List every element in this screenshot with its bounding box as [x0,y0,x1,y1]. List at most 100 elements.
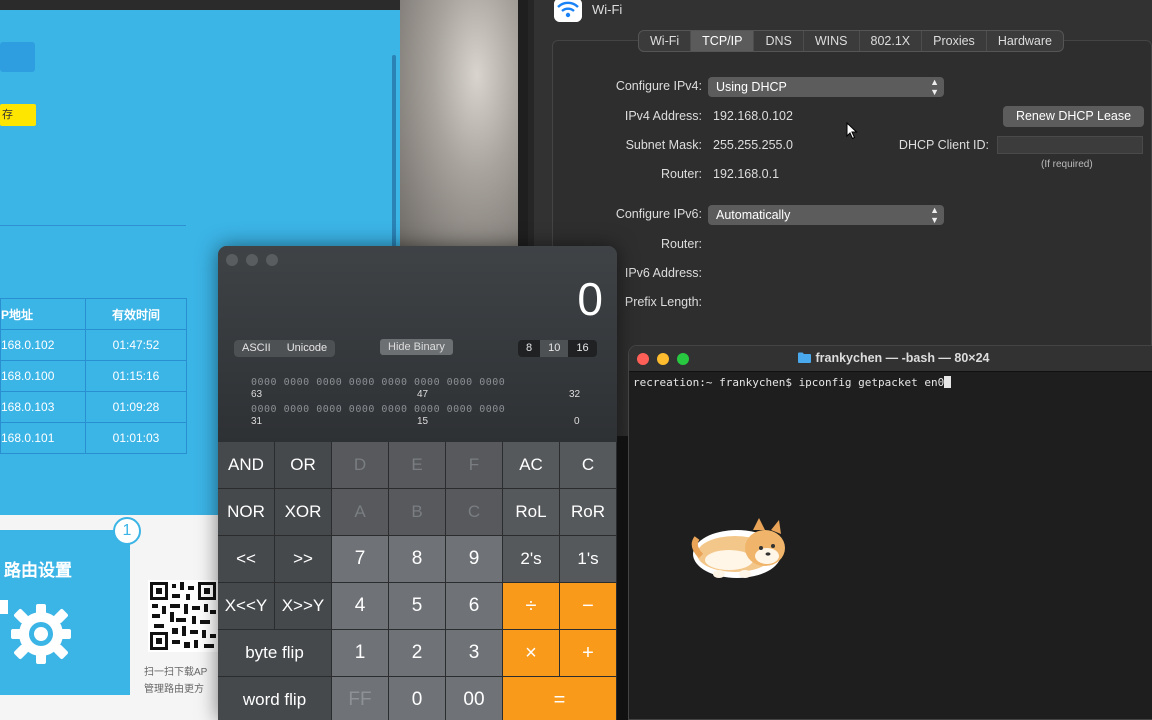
digit-8-key[interactable]: 8 [389,536,446,583]
hex-f-key[interactable]: F [446,442,503,489]
dhcp-client-id-input[interactable] [997,136,1143,154]
subtract-key[interactable]: − [560,583,617,630]
hex-e-key[interactable]: E [389,442,446,489]
bit-label: 15 [417,416,429,427]
ff-key[interactable]: FF [332,677,389,720]
rotate-left-key[interactable]: RoL [503,489,560,536]
mouse-pointer-icon [846,122,858,140]
wifi-icon [554,0,582,22]
binary-bits-row-2[interactable]: 0000 0000 0000 0000 0000 0000 0000 0000 [251,404,505,415]
all-clear-key[interactable]: AC [503,442,560,489]
hex-d-key[interactable]: D [332,442,389,489]
tab-8021x[interactable]: 802.1X [860,31,923,51]
base-16-option[interactable]: 16 [568,340,596,357]
base-10-option[interactable]: 10 [540,340,569,357]
text-cursor [944,376,952,388]
bit-label: 32 [569,389,581,400]
close-window-button[interactable] [226,254,238,266]
time-cell: 01:47:52 [85,329,187,361]
save-button[interactable]: 存 [0,104,36,126]
twos-complement-key[interactable]: 2's [503,536,560,583]
table-row: 168.0.100 01:15:16 [0,360,187,392]
digit-5-key[interactable]: 5 [389,583,446,630]
configure-ipv4-label: Configure IPv4: [615,79,702,93]
bit-label: 63 [251,389,263,400]
add-key[interactable]: + [560,630,617,677]
renew-dhcp-lease-button[interactable]: Renew DHCP Lease [1003,106,1144,127]
ones-complement-key[interactable]: 1's [560,536,617,583]
shift-left-y-key[interactable]: X<<Y [218,583,275,630]
step-badge: 1 [113,517,141,545]
chevron-updown-icon: ▲ ▼ [930,77,939,97]
digit-2-key[interactable]: 2 [389,630,446,677]
ascii-option[interactable]: ASCII [234,340,279,357]
qr-caption-line-2: 管理路由更方 [144,684,204,695]
binary-bits-row-1[interactable]: 0000 0000 0000 0000 0000 0000 0000 0000 [251,377,505,388]
browser-top-bar [0,0,400,10]
byte-flip-key[interactable]: byte flip [218,630,332,677]
digit-4-key[interactable]: 4 [332,583,389,630]
or-key[interactable]: OR [275,442,332,489]
hex-b-key[interactable]: B [389,489,446,536]
clear-key[interactable]: C [560,442,617,489]
hex-c-key[interactable]: C [446,489,503,536]
digit-3-key[interactable]: 3 [446,630,503,677]
time-cell: 01:01:03 [85,422,187,454]
shift-right-key[interactable]: >> [275,536,332,583]
configure-ipv6-select[interactable]: Automatically ▲ ▼ [708,205,944,225]
ip-cell: 168.0.102 [0,329,86,361]
xor-key[interactable]: XOR [275,489,332,536]
digit-9-key[interactable]: 9 [446,536,503,583]
divide-key[interactable]: ÷ [503,583,560,630]
equals-key[interactable]: = [503,677,617,720]
multiply-key[interactable]: × [503,630,560,677]
table-row: 168.0.101 01:01:03 [0,422,187,454]
ip-address-header: P地址 [0,298,86,330]
qr-caption-line-1: 扫一扫下载AP [144,667,208,678]
digit-6-key[interactable]: 6 [446,583,503,630]
calculator-keypad: AND OR D E F AC C NOR XOR A B C RoL RoR … [218,442,617,720]
shift-left-key[interactable]: << [218,536,275,583]
ip-cell: 168.0.103 [0,391,86,423]
shift-right-y-key[interactable]: X>>Y [275,583,332,630]
page-scrollbar[interactable] [392,55,396,255]
subnet-mask-label: Subnet Mask: [625,138,702,152]
qr-caption: 扫一扫下载AP 管理路由更方 [144,664,224,698]
tab-wifi[interactable]: Wi-Fi [639,31,692,51]
configure-ipv6-value: Automatically [716,208,791,222]
time-cell: 01:15:16 [85,360,187,392]
tab-wins[interactable]: WINS [804,31,860,51]
word-flip-key[interactable]: word flip [218,677,332,720]
terminal-title: frankychen — -bash — 80×24 [629,351,1152,365]
pointer-triangle [32,504,48,513]
base-8-option[interactable]: 8 [518,340,540,357]
ip-cell: 168.0.101 [0,422,86,454]
table-row: 168.0.102 01:47:52 [0,329,187,361]
zoom-window-button[interactable] [266,254,278,266]
tab-proxies[interactable]: Proxies [922,31,987,51]
digit-1-key[interactable]: 1 [332,630,389,677]
rotate-right-key[interactable]: RoR [560,489,617,536]
digit-7-key[interactable]: 7 [332,536,389,583]
nor-key[interactable]: NOR [218,489,275,536]
encoding-toggle: ASCII Unicode [234,340,336,357]
double-zero-key[interactable]: 00 [446,677,503,720]
digit-0-key[interactable]: 0 [389,677,446,720]
minimize-window-button[interactable] [246,254,258,266]
hide-binary-button[interactable]: Hide Binary [380,339,453,355]
router-value: 192.168.0.1 [713,167,780,181]
and-key[interactable]: AND [218,442,275,489]
blue-action-button[interactable] [0,42,35,72]
unicode-option[interactable]: Unicode [278,340,336,357]
terminal-output[interactable]: recreation:~ frankychen$ ipconfig getpac… [633,376,952,389]
tab-dns[interactable]: DNS [754,31,804,51]
tab-hardware[interactable]: Hardware [987,31,1063,51]
configure-ipv4-select[interactable]: Using DHCP ▲ ▼ [708,77,944,97]
terminal-prompt-line: recreation:~ frankychen$ ipconfig getpac… [633,376,945,389]
if-required-hint: (If required) [1041,159,1093,170]
folder-icon [798,352,812,363]
hex-a-key[interactable]: A [332,489,389,536]
terminal-title-text: frankychen — -bash — 80×24 [815,351,990,365]
gear-partial-icon [0,600,8,614]
tab-tcpip[interactable]: TCP/IP [691,31,755,51]
